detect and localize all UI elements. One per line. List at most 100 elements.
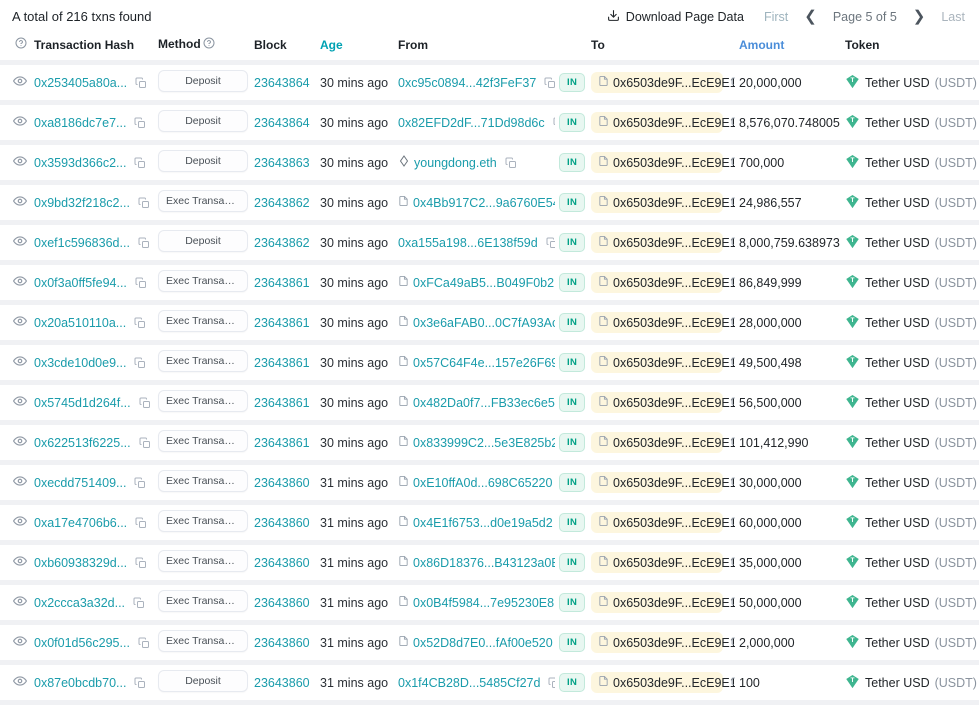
copy-icon[interactable] [731, 517, 735, 529]
copy-icon[interactable] [133, 597, 145, 609]
txn-hash-link[interactable]: 0xef1c596836d... [34, 236, 130, 250]
from-address-link[interactable]: 0xa155a198...6E138f59d [398, 236, 538, 250]
copy-icon[interactable] [134, 477, 146, 489]
pagination-first-button[interactable]: First [764, 10, 788, 24]
copy-icon[interactable] [134, 357, 146, 369]
txn-hash-link[interactable]: 0x0f3a0ff5fe94... [34, 276, 127, 290]
copy-icon[interactable] [731, 437, 735, 449]
block-link[interactable]: 23643860 [254, 516, 310, 530]
help-circle-icon[interactable] [15, 37, 27, 52]
download-page-data-button[interactable]: Download Page Data [607, 9, 744, 25]
to-address-pill[interactable]: 0x6503de9F...EcE9E153f [591, 72, 723, 93]
copy-icon[interactable] [135, 557, 147, 569]
block-link[interactable]: 23643864 [254, 76, 310, 90]
from-address-link[interactable]: 0x4E1f6753...d0e19a5d2 [413, 516, 553, 530]
token-link[interactable]: TTether USD(USDT) [845, 554, 977, 572]
copy-icon[interactable] [731, 117, 735, 129]
token-link[interactable]: TTether USD(USDT) [845, 154, 977, 172]
txn-hash-link[interactable]: 0x87e0bcdb70... [34, 676, 126, 690]
block-link[interactable]: 23643860 [254, 636, 310, 650]
eye-icon[interactable] [13, 74, 27, 88]
block-link[interactable]: 23643860 [254, 556, 310, 570]
copy-icon[interactable] [135, 517, 147, 529]
copy-icon[interactable] [731, 597, 735, 609]
copy-icon[interactable] [134, 157, 146, 169]
copy-icon[interactable] [731, 277, 735, 289]
block-link[interactable]: 23643864 [254, 116, 310, 130]
txn-hash-link[interactable]: 0xecdd751409... [34, 476, 126, 490]
to-address-pill[interactable]: 0x6503de9F...EcE9E153f [591, 512, 723, 533]
copy-icon[interactable] [548, 677, 555, 689]
token-link[interactable]: TTether USD(USDT) [845, 394, 977, 412]
copy-icon[interactable] [544, 77, 555, 89]
eye-icon[interactable] [13, 354, 27, 368]
txn-hash-link[interactable]: 0x3cde10d0e9... [34, 356, 126, 370]
to-address-pill[interactable]: 0x6503de9F...EcE9E153f [591, 552, 723, 573]
to-address-pill[interactable]: 0x6503de9F...EcE9E153f [591, 432, 723, 453]
to-address-pill[interactable]: 0x6503de9F...EcE9E153f [591, 112, 723, 133]
block-link[interactable]: 23643861 [254, 276, 310, 290]
help-circle-icon[interactable] [203, 37, 215, 52]
eye-icon[interactable] [13, 514, 27, 528]
copy-icon[interactable] [505, 157, 517, 169]
block-link[interactable]: 23643862 [254, 196, 310, 210]
copy-icon[interactable] [553, 117, 555, 129]
from-address-link[interactable]: 0xc95c0894...42f3FeF37 [398, 76, 536, 90]
from-address-link[interactable]: 0x1f4CB28D...5485Cf27d [398, 676, 540, 690]
copy-icon[interactable] [731, 77, 735, 89]
txn-hash-link[interactable]: 0x20a510110a... [34, 316, 126, 330]
token-link[interactable]: TTether USD(USDT) [845, 74, 977, 92]
copy-icon[interactable] [731, 357, 735, 369]
txn-hash-link[interactable]: 0xa17e4706b6... [34, 516, 127, 530]
from-address-link[interactable]: youngdong.eth [414, 156, 497, 170]
to-address-pill[interactable]: 0x6503de9F...EcE9E153f [591, 472, 723, 493]
token-link[interactable]: TTether USD(USDT) [845, 514, 977, 532]
to-address-pill[interactable]: 0x6503de9F...EcE9E153f [591, 392, 723, 413]
txn-hash-link[interactable]: 0x253405a80a... [34, 76, 127, 90]
eye-icon[interactable] [13, 554, 27, 568]
token-link[interactable]: TTether USD(USDT) [845, 674, 977, 692]
from-address-link[interactable]: 0x833999C2...5e3E825b2 [413, 436, 555, 450]
copy-icon[interactable] [546, 237, 555, 249]
copy-icon[interactable] [731, 397, 735, 409]
to-address-pill[interactable]: 0x6503de9F...EcE9E153f [591, 232, 723, 253]
eye-icon[interactable] [13, 314, 27, 328]
to-address-pill[interactable]: 0x6503de9F...EcE9E153f [591, 152, 723, 173]
copy-icon[interactable] [139, 397, 151, 409]
copy-icon[interactable] [731, 197, 735, 209]
copy-icon[interactable] [138, 197, 150, 209]
copy-icon[interactable] [731, 557, 735, 569]
txn-hash-link[interactable]: 0xb60938329d... [34, 556, 127, 570]
token-link[interactable]: TTether USD(USDT) [845, 114, 977, 132]
block-link[interactable]: 23643862 [254, 236, 310, 250]
to-address-pill[interactable]: 0x6503de9F...EcE9E153f [591, 592, 723, 613]
to-address-pill[interactable]: 0x6503de9F...EcE9E153f [591, 312, 723, 333]
copy-icon[interactable] [731, 157, 735, 169]
header-amount-link[interactable]: Amount [735, 30, 841, 63]
to-address-pill[interactable]: 0x6503de9F...EcE9E153f [591, 272, 723, 293]
token-link[interactable]: TTether USD(USDT) [845, 634, 977, 652]
eye-icon[interactable] [13, 674, 27, 688]
copy-icon[interactable] [731, 677, 735, 689]
token-link[interactable]: TTether USD(USDT) [845, 434, 977, 452]
from-address-link[interactable]: 0x482Da0f7...FB33ec6e5 [413, 396, 555, 410]
pagination-last-button[interactable]: Last [941, 10, 965, 24]
eye-icon[interactable] [13, 154, 27, 168]
block-link[interactable]: 23643860 [254, 676, 310, 690]
to-address-pill[interactable]: 0x6503de9F...EcE9E153f [591, 632, 723, 653]
block-link[interactable]: 23643861 [254, 396, 310, 410]
to-address-pill[interactable]: 0x6503de9F...EcE9E153f [591, 352, 723, 373]
block-link[interactable]: 23643860 [254, 476, 310, 490]
eye-icon[interactable] [13, 394, 27, 408]
eye-icon[interactable] [13, 634, 27, 648]
token-link[interactable]: TTether USD(USDT) [845, 194, 977, 212]
from-address-link[interactable]: 0x0B4f5984...7e95230E8 [413, 596, 554, 610]
copy-icon[interactable] [135, 77, 147, 89]
txn-hash-link[interactable]: 0xa8186dc7e7... [34, 116, 126, 130]
copy-icon[interactable] [134, 117, 146, 129]
copy-icon[interactable] [135, 277, 147, 289]
token-link[interactable]: TTether USD(USDT) [845, 354, 977, 372]
eye-icon[interactable] [13, 434, 27, 448]
token-link[interactable]: TTether USD(USDT) [845, 314, 977, 332]
from-address-link[interactable]: 0x3e6aFAB0...0C7fA93Ac [413, 316, 555, 330]
